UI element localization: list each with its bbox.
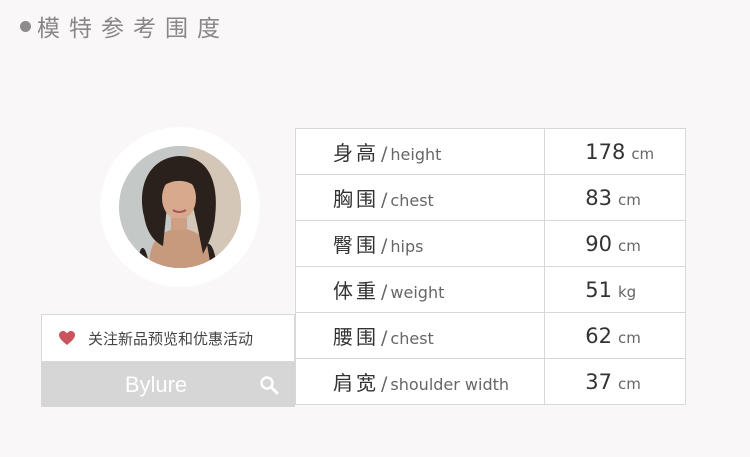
value-number: 178 <box>585 139 626 164</box>
separator: / <box>381 143 388 165</box>
measurement-table: 身高 / height 178 cm 胸围 / chest 83 cm 臀围 / hips 90… <box>294 128 686 405</box>
measurement-name: 腰围 / chest <box>294 312 546 359</box>
measurement-value: 90 cm <box>544 220 686 267</box>
measurement-label-en: shoulder width <box>390 375 510 394</box>
measurement-value: 83 cm <box>544 174 686 221</box>
separator: / <box>381 373 388 395</box>
table-row: 臀围 / hips 90 cm <box>294 220 686 267</box>
value-number: 37 <box>585 369 612 394</box>
model-avatar-frame <box>100 127 260 287</box>
measurement-label-en: weight <box>390 283 445 302</box>
measurement-value: 178 cm <box>544 128 686 175</box>
value-unit: cm <box>617 236 641 255</box>
table-row: 体重 / weight 51 kg <box>294 266 686 313</box>
value-unit: cm <box>631 144 655 163</box>
measurement-name: 臀围 / hips <box>294 220 546 267</box>
table-row: 肩宽 / shoulder width 37 cm <box>294 358 686 405</box>
table-row: 身高 / height 178 cm <box>294 128 686 175</box>
measurement-label-zh: 腰围 <box>333 325 379 349</box>
model-avatar <box>119 146 241 268</box>
measurement-name: 体重 / weight <box>294 266 546 313</box>
measurement-name: 胸围 / chest <box>294 174 546 221</box>
table-row: 胸围 / chest 83 cm <box>294 174 686 221</box>
follow-new-arrivals-button[interactable]: 关注新品预览和优惠活动 <box>41 314 295 362</box>
measurement-name: 身高 / height <box>294 128 546 175</box>
page-title-text: 模特参考围度 <box>37 16 229 42</box>
search-icon[interactable] <box>259 375 279 395</box>
model-photo-illustration <box>119 146 241 268</box>
value-number: 51 <box>585 277 612 302</box>
separator: / <box>381 327 388 349</box>
measurement-value: 62 cm <box>544 312 686 359</box>
measurement-label-zh: 臀围 <box>333 233 379 257</box>
value-number: 83 <box>585 185 612 210</box>
value-number: 90 <box>585 231 612 256</box>
dot-icon <box>20 20 31 32</box>
separator: / <box>381 235 388 257</box>
measurement-value: 37 cm <box>544 358 686 405</box>
brand-name: Bylure <box>124 371 188 397</box>
table-row: 腰围 / chest 62 cm <box>294 312 686 359</box>
measurement-value: 51 kg <box>544 266 686 313</box>
measurement-label-en: height <box>390 145 442 164</box>
value-unit: cm <box>617 328 641 347</box>
value-number: 62 <box>585 323 612 348</box>
measurement-label-en: chest <box>390 329 434 348</box>
separator: / <box>381 189 388 211</box>
measurement-label-zh: 胸围 <box>333 187 379 211</box>
measurement-label-en: hips <box>390 237 424 256</box>
measurement-label-zh: 身高 <box>333 141 379 165</box>
value-unit: cm <box>617 374 641 393</box>
heart-icon <box>59 331 75 345</box>
measurement-name: 肩宽 / shoulder width <box>294 358 546 405</box>
measurement-label-zh: 体重 <box>333 279 379 303</box>
value-unit: cm <box>617 190 641 209</box>
measurement-label-zh: 肩宽 <box>333 371 379 395</box>
measurement-label-en: chest <box>390 191 434 210</box>
store-search-bar[interactable]: Bylure <box>41 362 295 407</box>
follow-label: 关注新品预览和优惠活动 <box>88 329 254 348</box>
page-title: 模特参考围度 <box>20 10 229 42</box>
value-unit: kg <box>617 282 637 301</box>
separator: / <box>381 281 388 303</box>
